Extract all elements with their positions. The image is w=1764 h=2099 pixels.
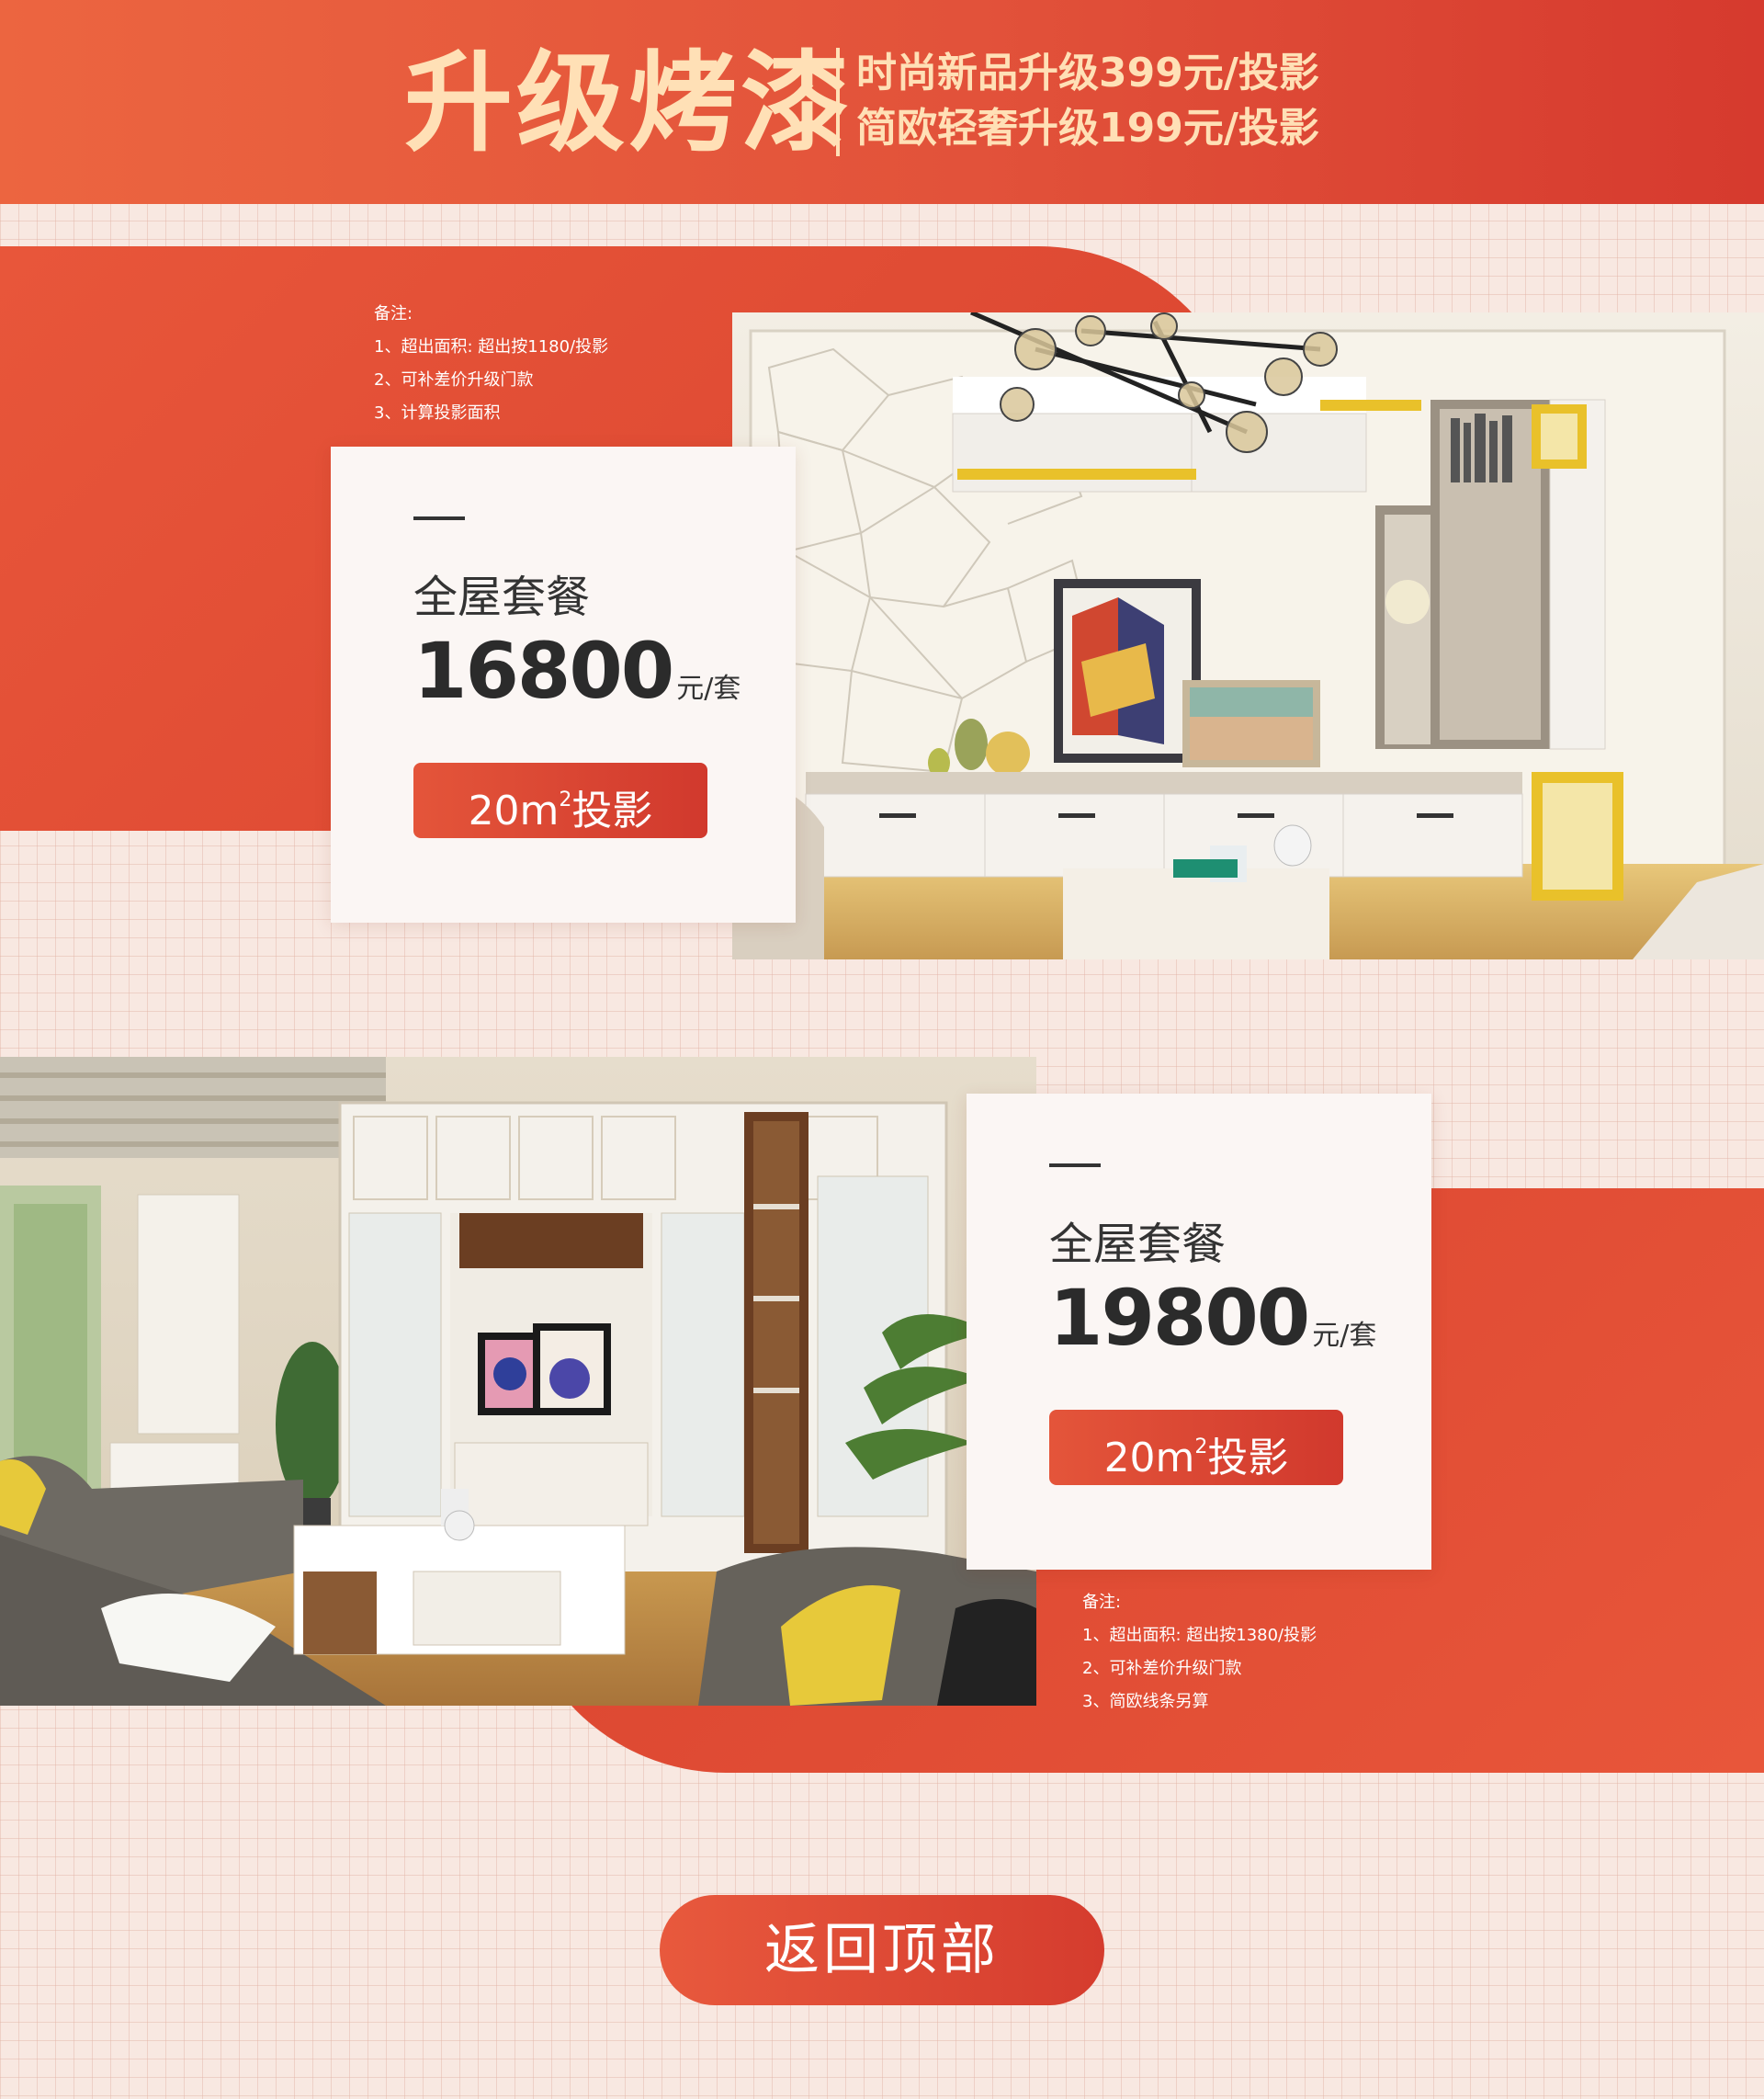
area-superscript: 2 [559, 789, 572, 811]
price-unit: 元/套 [1312, 1320, 1377, 1352]
banner-divider [836, 48, 840, 156]
note-line: 3、计算投影面积 [374, 403, 501, 423]
living-room-photo-2 [0, 1057, 1036, 1706]
price-value: 16800 [413, 626, 674, 716]
package-title: 全屋套餐 [1049, 1219, 1227, 1270]
note-line: 2、可补差价升级门款 [374, 370, 534, 390]
living-room-photo-1 [732, 312, 1764, 959]
note-heading: 备注: [1082, 1593, 1122, 1612]
package-title: 全屋套餐 [413, 572, 591, 623]
note-line: 2、可补差价升级门款 [1082, 1659, 1242, 1678]
living-room-photo-2-illustration [0, 1057, 1036, 1706]
package-1-card: 全屋套餐 16800 元/套 20m2投影 [331, 447, 796, 923]
note-line: 1、超出面积: 超出按1380/投影 [1082, 1626, 1317, 1645]
area-value: 20m [1103, 1435, 1195, 1481]
area-suffix: 投影 [1207, 1435, 1289, 1481]
area-button[interactable]: 20m2投影 [413, 763, 707, 838]
note-line: 3、简欧线条另算 [1082, 1692, 1209, 1711]
package-price: 19800 元/套 [1049, 1274, 1376, 1380]
area-suffix: 投影 [571, 788, 653, 834]
package-1-notes: 备注: 1、超出面积: 超出按1180/投影 2、可补差价升级门款 3、计算投影… [374, 298, 608, 430]
promo-banner [0, 0, 1764, 204]
note-line: 1、超出面积: 超出按1180/投影 [374, 337, 609, 357]
area-value: 20m [468, 788, 560, 834]
package-price: 16800 元/套 [413, 627, 741, 733]
area-superscript: 2 [1194, 1435, 1208, 1458]
back-to-top-button[interactable]: 返回顶部 [660, 1895, 1104, 2005]
banner-title: 升级烤漆 [404, 40, 854, 166]
card-dash [1049, 1163, 1101, 1167]
note-heading: 备注: [374, 304, 413, 323]
price-unit: 元/套 [676, 673, 741, 705]
banner-line-1: 时尚新品升级399元/投影 [856, 50, 1319, 96]
area-button[interactable]: 20m2投影 [1049, 1410, 1343, 1485]
living-room-photo-1-illustration [732, 312, 1764, 959]
banner-line-2: 简欧轻奢升级199元/投影 [856, 105, 1319, 152]
package-2-notes: 备注: 1、超出面积: 超出按1380/投影 2、可补差价升级门款 3、简欧线条… [1082, 1586, 1317, 1719]
card-dash [413, 516, 465, 520]
package-2-card: 全屋套餐 19800 元/套 20m2投影 [967, 1094, 1431, 1570]
price-value: 19800 [1049, 1273, 1310, 1363]
